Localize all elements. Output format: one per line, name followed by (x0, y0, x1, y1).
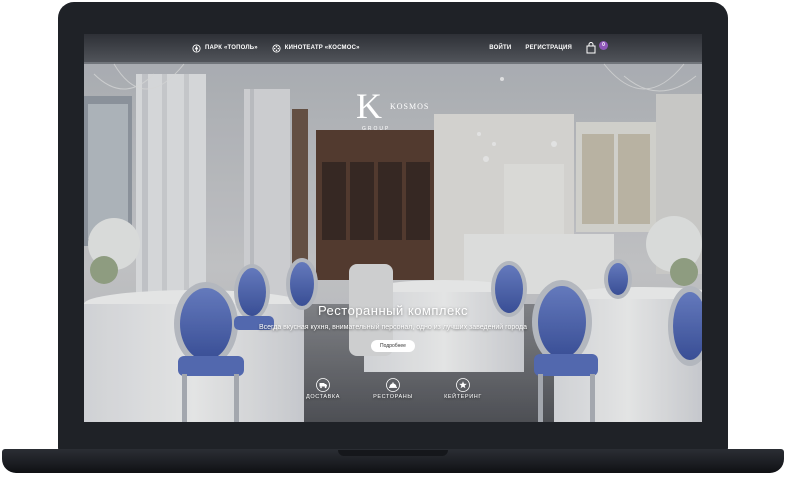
service-restaurants[interactable]: РЕСТОРАНЫ (353, 378, 433, 400)
logo-monogram: K (356, 86, 382, 126)
nav-link-park-label: ПАРК «ТОПОЛЬ» (205, 45, 258, 51)
shopping-bag-icon (586, 42, 596, 54)
service-delivery-label: ДОСТАВКА (306, 394, 340, 400)
nav-links: ПАРК «ТОПОЛЬ» КИНОТЕАТР «КОСМОС» (84, 43, 360, 53)
nav-link-park[interactable]: ПАРК «ТОПОЛЬ» (192, 43, 258, 53)
login-link[interactable]: ВОЙТИ (489, 45, 511, 51)
cart-button[interactable]: 0 (586, 41, 608, 54)
cloche-icon (386, 378, 400, 392)
services-bar: ДОСТАВКА РЕСТОРАНЫ КЕЙТЕРИНГ (84, 378, 702, 408)
service-restaurants-label: РЕСТОРАНЫ (373, 394, 413, 400)
nav-link-cinema-label: КИНОТЕАТР «КОСМОС» (284, 45, 360, 51)
register-link[interactable]: РЕГИСТРАЦИЯ (525, 45, 572, 51)
nav-link-cinema[interactable]: КИНОТЕАТР «КОСМОС» (272, 43, 360, 53)
logo-group: GROUP (362, 126, 391, 132)
service-catering-label: КЕЙТЕРИНГ (444, 394, 482, 400)
hero-title: Ресторанный комплекс (317, 303, 469, 318)
service-delivery[interactable]: ДОСТАВКА (283, 378, 363, 400)
laptop-screen: ПАРК «ТОПОЛЬ» КИНОТЕАТР «КОСМОС» ВОЙТИ Р… (84, 34, 702, 422)
hero-subtitle: Всегда вкусная кухня, внимательный персо… (258, 324, 528, 331)
film-reel-icon (272, 43, 281, 53)
brand-logo[interactable]: K KOSMOS GROUP (342, 86, 452, 134)
park-icon (192, 43, 201, 53)
nav-auth-group: ВОЙТИ РЕГИСТРАЦИЯ 0 (489, 41, 702, 54)
delivery-icon (316, 378, 330, 392)
service-catering[interactable]: КЕЙТЕРИНГ (423, 378, 503, 400)
top-navbar: ПАРК «ТОПОЛЬ» КИНОТЕАТР «КОСМОС» ВОЙТИ Р… (84, 34, 702, 62)
more-button[interactable]: Подробнее (371, 340, 415, 352)
cart-count-badge: 0 (599, 41, 608, 50)
logo-word: KOSMOS (390, 102, 430, 111)
laptop-hinge-notch (338, 450, 448, 456)
star-badge-icon (456, 378, 470, 392)
